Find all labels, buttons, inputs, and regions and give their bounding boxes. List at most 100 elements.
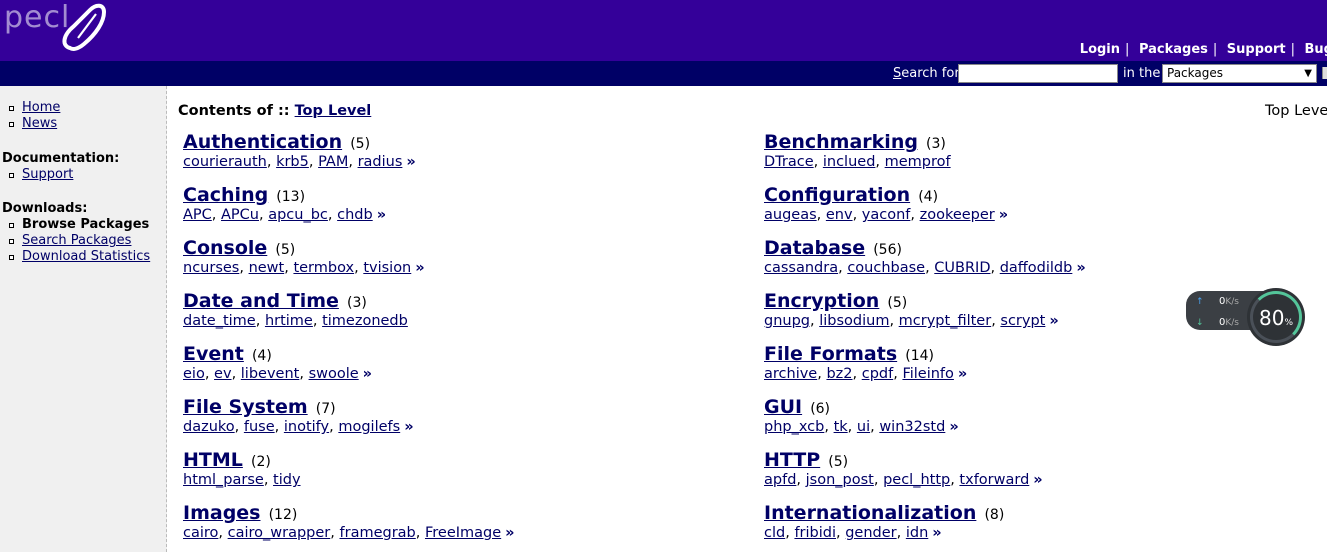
subcategory-link[interactable]: zookeeper (920, 207, 995, 223)
support-link[interactable]: Support (22, 167, 73, 182)
more-link[interactable]: » (1033, 472, 1042, 488)
nav-login[interactable]: Login (1080, 42, 1120, 57)
subcategory-link[interactable]: augeas (764, 207, 817, 223)
more-link[interactable]: » (404, 419, 413, 435)
category-title-link[interactable]: Event (183, 343, 244, 365)
subcategory-link[interactable]: cpdf (862, 366, 894, 382)
subcategory-link[interactable]: scrypt (1000, 313, 1045, 329)
subcategory-link[interactable]: PAM (318, 154, 348, 170)
subcategory-link[interactable]: dazuko (183, 419, 235, 435)
more-link[interactable]: » (999, 207, 1008, 223)
subcategory-link[interactable]: CUBRID (934, 260, 990, 276)
subcategory-link[interactable]: win32std (879, 419, 945, 435)
category-title-link[interactable]: GUI (764, 396, 802, 418)
subcategory-link[interactable]: tidy (273, 472, 301, 488)
subcategory-link[interactable]: html_parse (183, 472, 264, 488)
category-title-link[interactable]: File Formats (764, 343, 897, 365)
category-title-link[interactable]: Images (183, 502, 260, 524)
search-packages-link[interactable]: Search Packages (22, 233, 131, 248)
top-level-link[interactable]: Top Level (295, 103, 372, 119)
more-link[interactable]: » (377, 207, 386, 223)
subcategory-link[interactable]: krb5 (276, 154, 309, 170)
subcategory-link[interactable]: pecl_http (883, 472, 950, 488)
subcategory-link[interactable]: couchbase (847, 260, 925, 276)
subcategory-link[interactable]: radius (358, 154, 403, 170)
subcategory-link[interactable]: termbox (293, 260, 354, 276)
nav-support[interactable]: Support (1227, 42, 1286, 57)
subcategory-link[interactable]: json_post (806, 472, 874, 488)
category-title-link[interactable]: Date and Time (183, 290, 339, 312)
subcategory-link[interactable]: php_xcb (764, 419, 824, 435)
category-title-link[interactable]: Console (183, 237, 267, 259)
category-title-link[interactable]: Caching (183, 184, 268, 206)
category-title-link[interactable]: HTTP (764, 449, 820, 471)
subcategory-link[interactable]: fribidi (794, 525, 836, 541)
subcategory-link[interactable]: chdb (337, 207, 373, 223)
subcategory-link[interactable]: eio (183, 366, 205, 382)
subcategory-link[interactable]: txforward (959, 472, 1029, 488)
subcategory-link[interactable]: ev (214, 366, 232, 382)
category-title-link[interactable]: Encryption (764, 290, 879, 312)
category-title-link[interactable]: HTML (183, 449, 243, 471)
subcategory-link[interactable]: memprof (885, 154, 951, 170)
subcategory-link[interactable]: gnupg (764, 313, 810, 329)
subcategory-link[interactable]: env (826, 207, 853, 223)
subcategory-link[interactable]: libsodium (819, 313, 889, 329)
subcategory-link[interactable]: idn (906, 525, 928, 541)
subcategory-link[interactable]: apcu_bc (268, 207, 328, 223)
subcategory-link[interactable]: framegrab (340, 525, 416, 541)
subcategory-link[interactable]: cairo_wrapper (228, 525, 331, 541)
subcategory-link[interactable]: mogilefs (338, 419, 400, 435)
search-input[interactable] (958, 64, 1118, 83)
subcategory-link[interactable]: fuse (244, 419, 275, 435)
network-monitor-widget[interactable]: ↑ 0K/s ↓ 0K/s 80% (1186, 288, 1305, 346)
subcategory-link[interactable]: bz2 (826, 366, 852, 382)
category-title-link[interactable]: Internationalization (764, 502, 976, 524)
subcategory-link[interactable]: mcrypt_filter (899, 313, 992, 329)
nav-bugs[interactable]: Bug (1305, 42, 1327, 57)
subcategory-link[interactable]: date_time (183, 313, 256, 329)
more-link[interactable]: » (505, 525, 514, 541)
subcategory-link[interactable]: inclued (823, 154, 876, 170)
subcategory-link[interactable]: ncurses (183, 260, 239, 276)
category-title-link[interactable]: Configuration (764, 184, 910, 206)
more-link[interactable]: » (415, 260, 424, 276)
category-title-link[interactable]: Benchmarking (764, 131, 918, 153)
subcategory-link[interactable]: cld (764, 525, 785, 541)
subcategory-link[interactable]: archive (764, 366, 817, 382)
news-link[interactable]: News (22, 116, 57, 131)
subcategory-link[interactable]: APCu (221, 207, 259, 223)
more-link[interactable]: » (1076, 260, 1085, 276)
subcategory-link[interactable]: gender (845, 525, 896, 541)
subcategory-link[interactable]: yaconf (862, 207, 911, 223)
subcategory-link[interactable]: libevent (241, 366, 300, 382)
search-submit-button[interactable] (1322, 67, 1327, 79)
subcategory-link[interactable]: swoole (309, 366, 359, 382)
subcategory-link[interactable]: APC (183, 207, 212, 223)
category-title-link[interactable]: Database (764, 237, 865, 259)
more-link[interactable]: » (949, 419, 958, 435)
more-link[interactable]: » (1049, 313, 1058, 329)
subcategory-link[interactable]: courierauth (183, 154, 267, 170)
more-link[interactable]: » (363, 366, 372, 382)
subcategory-link[interactable]: DTrace (764, 154, 814, 170)
more-link[interactable]: » (932, 525, 941, 541)
subcategory-link[interactable]: newt (249, 260, 285, 276)
category-title-link[interactable]: File System (183, 396, 308, 418)
subcategory-link[interactable]: hrtime (265, 313, 313, 329)
category-title-link[interactable]: Authentication (183, 131, 342, 153)
subcategory-link[interactable]: cairo (183, 525, 218, 541)
home-link[interactable]: Home (22, 100, 60, 115)
more-link[interactable]: » (406, 154, 415, 170)
subcategory-link[interactable]: daffodildb (1000, 260, 1073, 276)
subcategory-link[interactable]: apfd (764, 472, 796, 488)
pecl-logo[interactable]: pecl (2, 0, 112, 58)
subcategory-link[interactable]: tvision (363, 260, 411, 276)
subcategory-link[interactable]: cassandra (764, 260, 838, 276)
subcategory-link[interactable]: tk (834, 419, 848, 435)
subcategory-link[interactable]: FreeImage (425, 525, 501, 541)
subcategory-link[interactable]: timezonedb (322, 313, 408, 329)
search-scope-select[interactable]: Packages ▼ (1162, 64, 1317, 83)
subcategory-link[interactable]: inotify (284, 419, 329, 435)
subcategory-link[interactable]: ui (857, 419, 870, 435)
